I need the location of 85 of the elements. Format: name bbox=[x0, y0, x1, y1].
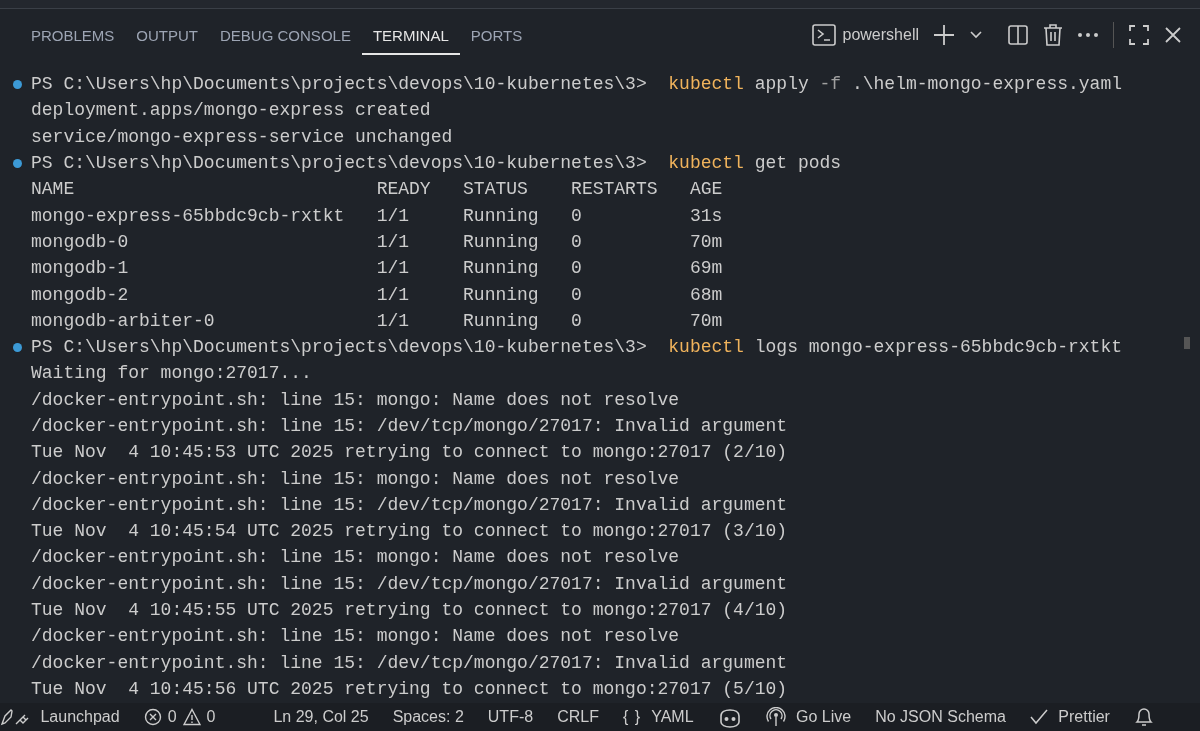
table-cell-text: 70m bbox=[689, 309, 723, 333]
terminal-icon bbox=[810, 23, 837, 47]
command-status-dot bbox=[13, 342, 22, 352]
terminal-profile-button[interactable]: powershell bbox=[810, 23, 919, 47]
table-header: STATUS bbox=[463, 178, 529, 202]
terminal-output-line: /docker-entrypoint.sh: line 15: /dev/tcp/mongo/27017: Invalid argument bbox=[31, 493, 788, 517]
table-cell-text: 1/1 bbox=[376, 257, 411, 281]
scrollbar-marker bbox=[1184, 337, 1190, 349]
table-cell-text: 0 bbox=[571, 230, 583, 254]
launchpad-button[interactable]: Launchpad bbox=[0, 708, 120, 726]
terminal-output-line: Waiting for mongo:27017... bbox=[31, 362, 312, 386]
table-header: RESTARTS bbox=[571, 178, 659, 202]
table-cell-text: mongodb-1 bbox=[31, 257, 130, 281]
terminal-command-line: PS C:\Users\hp\Documents\projects\devops\10-kubernetes\3> kubectl apply -f .\helm-mongo-express.yaml bbox=[31, 73, 1122, 97]
line-ending[interactable]: CRLF bbox=[557, 708, 599, 726]
terminal-output-line: /docker-entrypoint.sh: line 15: /dev/tcp/mongo/27017: Invalid argument bbox=[31, 415, 788, 438]
problems-button[interactable]: 0 0 bbox=[143, 708, 216, 726]
terminal-output-line: /docker-entrypoint.sh: line 15: mongo: Name does not resolve bbox=[31, 467, 680, 491]
terminal-output-line: deployment.apps/mongo-express created bbox=[31, 99, 431, 123]
table-cell-text: 0 bbox=[571, 257, 583, 281]
table-cell-text: 68m bbox=[689, 283, 723, 307]
table-cell-text: Running bbox=[463, 230, 540, 254]
table-cell-text: 1/1 bbox=[376, 283, 411, 307]
json-schema-status[interactable]: No JSON Schema bbox=[875, 708, 1006, 726]
panel-tab[interactable]: PROBLEMS bbox=[20, 19, 126, 55]
panel-tab[interactable]: OUTPUT bbox=[125, 19, 210, 55]
table-cell-text: 1/1 bbox=[376, 230, 411, 254]
table-header: AGE bbox=[689, 178, 723, 202]
table-cell-text: 70m bbox=[689, 230, 723, 254]
copilot-icon[interactable] bbox=[717, 706, 742, 728]
table-cell-text: Running bbox=[463, 309, 540, 333]
cursor-position[interactable]: Ln 29, Col 25 bbox=[273, 708, 369, 726]
terminal-output-line: Tue Nov 4 10:45:54 UTC 2025 retrying to connect to mongo:27017 (3/10) bbox=[31, 520, 788, 544]
command-status-dot bbox=[13, 79, 22, 89]
table-cell-text: mongodb-0 bbox=[31, 230, 130, 254]
encoding[interactable]: UTF-8 bbox=[487, 708, 534, 726]
plus-icon[interactable] bbox=[933, 24, 955, 46]
maximize-icon[interactable] bbox=[1128, 24, 1150, 46]
table-cell-text: Running bbox=[463, 283, 540, 307]
table-header: READY bbox=[376, 178, 432, 202]
terminal-output-line: Tue Nov 4 10:45:55 UTC 2025 retrying to connect to mongo:27017 (4/10) bbox=[31, 599, 788, 623]
trash-icon[interactable] bbox=[1043, 24, 1063, 46]
terminal-output-line: service/mongo-express-service unchanged bbox=[31, 125, 453, 149]
close-icon[interactable] bbox=[1164, 26, 1182, 44]
terminal-output-line: /docker-entrypoint.sh: line 15: mongo: Name does not resolve bbox=[31, 388, 680, 412]
warning-count: 0 bbox=[206, 708, 216, 726]
table-cell-text: mongodb-2 bbox=[31, 283, 130, 307]
panel-tab[interactable]: TERMINAL bbox=[361, 19, 460, 55]
table-cell-text: mongo-express-65bbdc9cb-rxtkt bbox=[31, 204, 346, 228]
split-icon[interactable] bbox=[1007, 24, 1029, 46]
bell-icon[interactable] bbox=[1133, 706, 1154, 728]
terminal-output-line: Tue Nov 4 10:45:53 UTC 2025 retrying to connect to mongo:27017 (2/10) bbox=[31, 441, 788, 465]
rocket-plug-icon bbox=[0, 708, 30, 726]
prettier-button[interactable]: Prettier bbox=[1029, 708, 1110, 726]
table-cell-text: Running bbox=[463, 257, 540, 281]
table-cell-text: Running bbox=[463, 204, 540, 228]
terminal-output-line: Tue Nov 4 10:45:56 UTC 2025 retrying to connect to mongo:27017 (5/10) bbox=[31, 677, 788, 701]
table-cell-text: mongodb-arbiter-0 bbox=[31, 309, 216, 333]
terminal-output-line: /docker-entrypoint.sh: line 15: /dev/tcp/mongo/27017: Invalid argument bbox=[31, 572, 788, 596]
terminal-command-line: PS C:\Users\hp\Documents\projects\devops\10-kubernetes\3> kubectl logs mongo-express-65bbdc9cb-rxtkt bbox=[31, 336, 1122, 360]
chevron-down-icon[interactable] bbox=[969, 30, 983, 40]
table-cell-text: 1/1 bbox=[376, 309, 411, 333]
broadcast-icon bbox=[765, 707, 786, 727]
go-live-button[interactable]: Go Live bbox=[765, 707, 852, 727]
table-cell-text: 0 bbox=[571, 283, 583, 307]
error-icon bbox=[143, 708, 162, 726]
table-header: NAME bbox=[31, 178, 76, 202]
more-icon[interactable] bbox=[1077, 32, 1099, 38]
indentation[interactable]: Spaces: 2 bbox=[392, 708, 464, 726]
terminal-output-line: /docker-entrypoint.sh: line 15: mongo: Name does not resolve bbox=[31, 625, 680, 649]
terminal-output-line: /docker-entrypoint.sh: line 15: mongo: Name does not resolve bbox=[31, 546, 680, 570]
command-status-dot bbox=[13, 158, 22, 168]
language-mode[interactable]: { } YAML bbox=[622, 708, 694, 726]
table-cell-text: 1/1 bbox=[376, 204, 411, 228]
table-cell-text: 31s bbox=[689, 204, 723, 228]
warning-icon bbox=[182, 708, 201, 726]
table-cell-text: 0 bbox=[571, 309, 583, 333]
error-count: 0 bbox=[167, 708, 177, 726]
check-icon bbox=[1029, 709, 1048, 725]
terminal-output-line: /docker-entrypoint.sh: line 15: /dev/tcp/mongo/27017: Invalid argument bbox=[31, 651, 788, 675]
table-cell-text: 69m bbox=[689, 257, 723, 281]
panel-tab[interactable]: DEBUG CONSOLE bbox=[209, 19, 362, 55]
panel-tab[interactable]: PORTS bbox=[459, 19, 534, 55]
terminal-command-line: PS C:\Users\hp\Documents\projects\devops\10-kubernetes\3> kubectl get pods bbox=[31, 152, 842, 176]
table-cell-text: 0 bbox=[571, 204, 583, 228]
